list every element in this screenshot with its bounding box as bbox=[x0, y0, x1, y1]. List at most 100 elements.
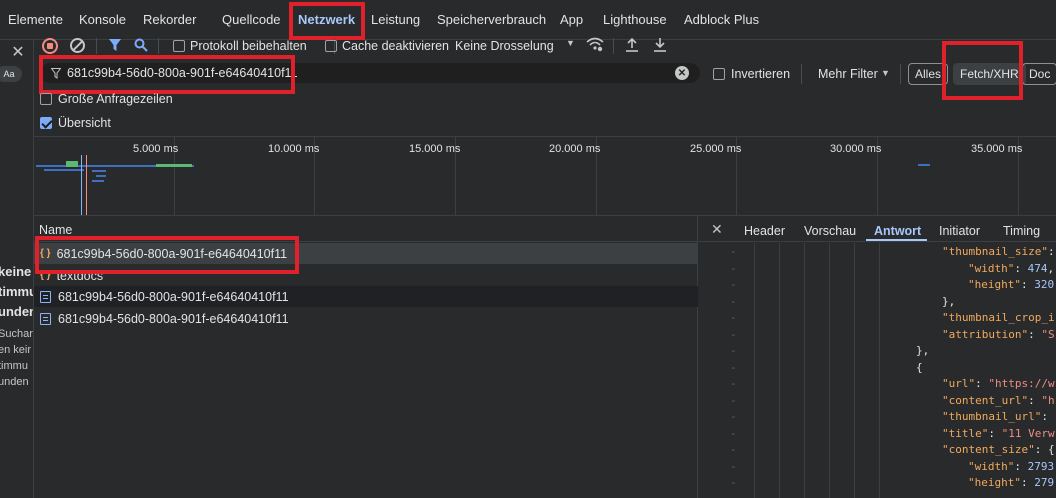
invert-checkbox[interactable] bbox=[713, 68, 725, 80]
name-column-label: Name bbox=[39, 223, 73, 237]
document-icon bbox=[40, 290, 51, 303]
download-icon[interactable] bbox=[653, 37, 667, 52]
upload-icon[interactable] bbox=[625, 37, 639, 52]
details-tab-bar: ✕ Header Vorschau Antwort Initiator Timi… bbox=[698, 216, 1056, 242]
timeline-tick: 35.000 ms bbox=[971, 143, 1023, 155]
filter-divider bbox=[900, 64, 901, 84]
filter-divider bbox=[801, 64, 802, 84]
timeline-marker-blue bbox=[81, 155, 82, 215]
diff-marker: - bbox=[730, 393, 737, 407]
filter-icon[interactable] bbox=[108, 38, 122, 52]
highlight-netzwerk-tab bbox=[289, 2, 365, 40]
response-code: "thumbnail_size": bbox=[942, 245, 1055, 258]
response-code: { bbox=[916, 360, 923, 374]
diff-marker: - bbox=[730, 426, 737, 440]
big-rows-label: Große Anfragezeilen bbox=[58, 92, 173, 106]
timeline-tick: 25.000 ms bbox=[690, 143, 742, 155]
disable-cache-label: Cache deaktivieren bbox=[342, 39, 450, 53]
gutter-line bbox=[754, 243, 755, 498]
aa-button[interactable]: Aa bbox=[0, 66, 22, 82]
preserve-log-checkbox[interactable] bbox=[173, 40, 185, 52]
tab-elemente[interactable]: Elemente bbox=[8, 0, 63, 40]
document-icon bbox=[40, 312, 51, 325]
response-code: }, bbox=[942, 294, 956, 308]
network-conditions-icon[interactable] bbox=[586, 37, 604, 52]
diff-marker: - bbox=[730, 360, 737, 374]
diff-marker: - bbox=[730, 261, 737, 275]
response-code: "width": 474, bbox=[968, 261, 1055, 275]
timeline-tick: 10.000 ms bbox=[268, 143, 320, 155]
gutter-line bbox=[779, 243, 780, 498]
record-stop-icon[interactable] bbox=[42, 38, 58, 54]
overview-label: Übersicht bbox=[58, 116, 111, 130]
search-icon[interactable] bbox=[134, 38, 148, 52]
gutter-line bbox=[804, 243, 805, 498]
response-code: "content_url": "h bbox=[942, 393, 1055, 407]
tab-konsole[interactable]: Konsole bbox=[79, 0, 126, 40]
gutter-line bbox=[854, 243, 855, 498]
disable-cache-checkbox[interactable] bbox=[325, 40, 337, 52]
chevron-down-icon[interactable]: ▼ bbox=[566, 38, 575, 48]
table-row[interactable]: 681c99b4-56d0-800a-901f-e64640410f11 bbox=[34, 286, 698, 307]
tab-initiator[interactable]: Initiator bbox=[939, 224, 980, 238]
request-name: 681c99b4-56d0-800a-901f-e64640410f11 bbox=[58, 311, 289, 326]
tab-app[interactable]: App bbox=[560, 0, 583, 40]
fragment-line: timmu bbox=[0, 284, 34, 299]
diff-marker: - bbox=[730, 443, 737, 456]
fragment-line: timmu bbox=[0, 360, 28, 372]
tab-vorschau[interactable]: Vorschau bbox=[804, 224, 856, 238]
request-name: 681c99b4-56d0-800a-901f-e64640410f11 bbox=[58, 289, 289, 304]
clear-icon[interactable] bbox=[70, 38, 85, 53]
fragment-line: en keir bbox=[0, 344, 32, 356]
timeline-tick: 30.000 ms bbox=[830, 143, 882, 155]
timeline-bar bbox=[92, 170, 106, 172]
toolbar-divider bbox=[613, 38, 614, 54]
table-row[interactable]: 681c99b4-56d0-800a-901f-e64640410f11 bbox=[34, 308, 698, 329]
response-code: "content_size": { bbox=[942, 443, 1055, 456]
toolbar-divider bbox=[158, 38, 159, 54]
timeline-bar bbox=[156, 164, 192, 167]
response-code: "url": "https://w bbox=[942, 377, 1055, 390]
details-panel: ✕ Header Vorschau Antwort Initiator Timi… bbox=[698, 216, 1056, 498]
tab-adblock-plus[interactable]: Adblock Plus bbox=[684, 0, 759, 40]
response-code: "thumbnail_crop_i bbox=[942, 311, 1055, 324]
fragment-line: Suchar bbox=[0, 328, 33, 340]
tab-timing[interactable]: Timing bbox=[1003, 224, 1040, 238]
diff-marker: - bbox=[730, 294, 737, 308]
gutter-line bbox=[829, 243, 830, 498]
tab-header[interactable]: Header bbox=[744, 224, 785, 238]
fragment-line: keine bbox=[0, 264, 32, 279]
filter-type-doc[interactable]: Doc bbox=[1022, 63, 1056, 85]
tab-antwort[interactable]: Antwort bbox=[874, 224, 921, 238]
fragment-small-text: Suchar en keir timmu unden bbox=[0, 326, 33, 390]
diff-marker: - bbox=[730, 377, 737, 390]
tab-rekorder[interactable]: Rekorder bbox=[143, 0, 196, 40]
diff-marker: - bbox=[730, 410, 737, 423]
tab-quellcode[interactable]: Quellcode bbox=[222, 0, 281, 40]
more-filters-dropdown[interactable]: Mehr Filter bbox=[818, 67, 878, 81]
big-rows-checkbox[interactable] bbox=[40, 93, 52, 105]
close-details-icon[interactable]: ✕ bbox=[711, 221, 723, 238]
tab-antwort-underline bbox=[866, 239, 927, 241]
toolbar-divider bbox=[96, 38, 97, 54]
response-code: "height": 320 bbox=[968, 278, 1055, 291]
throttle-select[interactable]: Keine Drosselung bbox=[455, 39, 554, 53]
clear-filter-icon[interactable]: ✕ bbox=[675, 66, 689, 80]
fragment-line: unden bbox=[0, 376, 29, 388]
tab-speicherverbrauch[interactable]: Speicherverbrauch bbox=[437, 0, 546, 40]
response-viewer[interactable]: - "thumbnail_size": - "width": 474, - "heigh… bbox=[698, 243, 1056, 498]
preserve-log-label: Protokoll beibehalten bbox=[190, 39, 307, 53]
timeline-bar bbox=[96, 175, 106, 177]
diff-marker: - bbox=[730, 476, 737, 489]
close-icon[interactable]: ✕ bbox=[8, 40, 28, 64]
page-fragment: ✕ Aa keine timmu unden Suchar en keir ti… bbox=[0, 40, 34, 498]
tab-lighthouse[interactable]: Lighthouse bbox=[603, 0, 667, 40]
tab-leistung[interactable]: Leistung bbox=[371, 0, 420, 40]
response-code: "title": "11 Verw bbox=[942, 426, 1055, 440]
response-code: "height": 279 bbox=[968, 476, 1055, 489]
response-code: }, bbox=[916, 344, 930, 357]
overview-checkbox[interactable] bbox=[40, 117, 52, 129]
highlight-request-row bbox=[35, 236, 299, 274]
chevron-down-icon[interactable]: ▼ bbox=[881, 68, 890, 78]
invert-label: Invertieren bbox=[731, 67, 791, 81]
